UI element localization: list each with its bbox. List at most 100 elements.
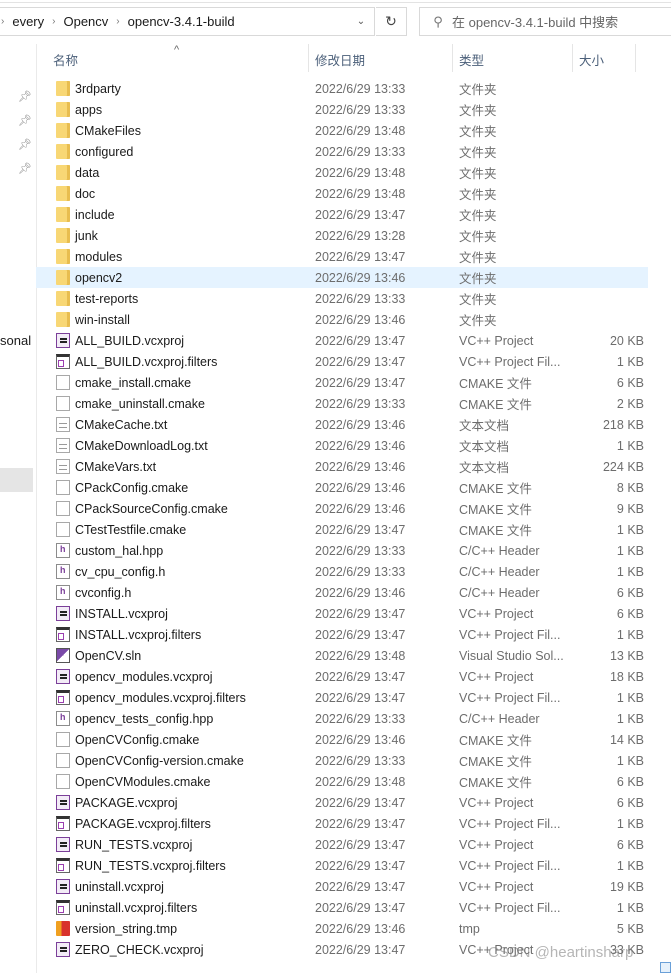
- folder-icon: [56, 291, 70, 306]
- pin-icon[interactable]: 📌︎: [18, 163, 32, 175]
- file-row[interactable]: uninstall.vcxproj.filters 2022/6/29 13:47…: [36, 897, 671, 918]
- vcxproj-file-icon: [56, 606, 70, 621]
- file-name: CMakeVars.txt: [75, 459, 157, 474]
- column-size[interactable]: 大小: [579, 45, 604, 73]
- file-row[interactable]: test-reports 2022/6/29 13:33 文件夹: [36, 288, 671, 309]
- file-size: 20 KB: [609, 333, 644, 348]
- file-date: 2022/6/29 13:33: [315, 543, 406, 558]
- file-name: test-reports: [75, 291, 139, 306]
- file-name: INSTALL.vcxproj: [75, 606, 168, 621]
- breadcrumb-opencv[interactable]: Opencv: [63, 14, 108, 29]
- file-row[interactable]: apps 2022/6/29 13:33 文件夹: [36, 99, 671, 120]
- file-row[interactable]: CPackSourceConfig.cmake 2022/6/29 13:46 CM…: [36, 498, 671, 519]
- file-date: 2022/6/29 13:46: [315, 480, 406, 495]
- column-name[interactable]: 名称: [53, 45, 78, 73]
- file-row[interactable]: OpenCVModules.cmake 2022/6/29 13:48 CMAKE …: [36, 771, 671, 792]
- vcxproj-file-icon: [56, 795, 70, 810]
- column-date[interactable]: 修改日期: [315, 45, 365, 73]
- file-row[interactable]: uninstall.vcxproj 2022/6/29 13:47 VC++ Pro…: [36, 876, 671, 897]
- file-row[interactable]: PACKAGE.vcxproj 2022/6/29 13:47 VC++ Proje…: [36, 792, 671, 813]
- file-row[interactable]: data 2022/6/29 13:48 文件夹: [36, 162, 671, 183]
- folder-icon: [56, 186, 70, 201]
- file-row[interactable]: OpenCVConfig-version.cmake 2022/6/29 13:3…: [36, 750, 671, 771]
- pin-icon[interactable]: 📌︎: [18, 91, 32, 103]
- refresh-button[interactable]: ↻: [376, 7, 407, 36]
- column-divider[interactable]: [308, 44, 309, 72]
- vcxproj-file-icon: [56, 333, 70, 348]
- file-row[interactable]: configured 2022/6/29 13:33 文件夹: [36, 141, 671, 162]
- nav-item-selected[interactable]: [0, 468, 33, 492]
- file-row[interactable]: INSTALL.vcxproj 2022/6/29 13:47 VC++ Proje…: [36, 603, 671, 624]
- file-name: uninstall.vcxproj: [75, 879, 164, 894]
- file-row[interactable]: CMakeDownloadLog.txt 2022/6/29 13:46 文本文档 1…: [36, 435, 671, 456]
- file-row[interactable]: PACKAGE.vcxproj.filters 2022/6/29 13:47 VC…: [36, 813, 671, 834]
- file-type: VC++ Project Fil...: [459, 354, 561, 369]
- pin-icon[interactable]: 📌︎: [18, 139, 32, 151]
- file-row[interactable]: ALL_BUILD.vcxproj 2022/6/29 13:47 VC++ Pro…: [36, 330, 671, 351]
- file-row[interactable]: RUN_TESTS.vcxproj.filters 2022/6/29 13:47…: [36, 855, 671, 876]
- folder-icon: [56, 249, 70, 264]
- file-row[interactable]: INSTALL.vcxproj.filters 2022/6/29 13:47 VC…: [36, 624, 671, 645]
- file-row[interactable]: CMakeCache.txt 2022/6/29 13:46 文本文档 218 KB: [36, 414, 671, 435]
- file-type: VC++ Project Fil...: [459, 858, 561, 873]
- file-row[interactable]: doc 2022/6/29 13:48 文件夹: [36, 183, 671, 204]
- file-date: 2022/6/29 13:28: [315, 228, 406, 243]
- file-row[interactable]: RUN_TESTS.vcxproj 2022/6/29 13:47 VC++ Pro…: [36, 834, 671, 855]
- column-type[interactable]: 类型: [459, 45, 484, 73]
- breadcrumb-every[interactable]: every: [12, 14, 44, 29]
- file-date: 2022/6/29 13:33: [315, 711, 406, 726]
- navigation-pane: 📌︎ 📌︎ 📌︎ 📌︎ sonal: [0, 44, 37, 973]
- file-row[interactable]: modules 2022/6/29 13:47 文件夹: [36, 246, 671, 267]
- file-row[interactable]: cmake_install.cmake 2022/6/29 13:47 CMAKE …: [36, 372, 671, 393]
- file-date: 2022/6/29 13:47: [315, 669, 406, 684]
- file-row[interactable]: cmake_uninstall.cmake 2022/6/29 13:33 CMAK…: [36, 393, 671, 414]
- file-date: 2022/6/29 13:47: [315, 795, 406, 810]
- pin-icon[interactable]: 📌︎: [18, 115, 32, 127]
- chevron-down-icon[interactable]: ⌄: [348, 8, 374, 35]
- file-row[interactable]: CPackConfig.cmake 2022/6/29 13:46 CMAKE 文件…: [36, 477, 671, 498]
- file-row[interactable]: opencv2 2022/6/29 13:46 文件夹: [36, 267, 648, 288]
- details-view-button[interactable]: [660, 962, 671, 973]
- address-bar[interactable]: › every › Opencv › opencv-3.4.1-build ⌄: [0, 7, 375, 36]
- file-row[interactable]: junk 2022/6/29 13:28 文件夹: [36, 225, 671, 246]
- file-row[interactable]: cvconfig.h 2022/6/29 13:46 C/C++ Header 6 K…: [36, 582, 671, 603]
- file-type: VC++ Project Fil...: [459, 816, 561, 831]
- column-divider[interactable]: [452, 44, 453, 72]
- file-row[interactable]: CMakeVars.txt 2022/6/29 13:46 文本文档 224 KB: [36, 456, 671, 477]
- sort-ascending-icon: ^: [174, 44, 180, 56]
- breadcrumb-current[interactable]: opencv-3.4.1-build: [128, 14, 235, 29]
- file-date: 2022/6/29 13:33: [315, 102, 406, 117]
- file-type: VC++ Project Fil...: [459, 900, 561, 915]
- file-date: 2022/6/29 13:47: [315, 627, 406, 642]
- file-date: 2022/6/29 13:33: [315, 396, 406, 411]
- file-row[interactable]: 3rdparty 2022/6/29 13:33 文件夹: [36, 78, 671, 99]
- file-row[interactable]: CTestTestfile.cmake 2022/6/29 13:47 CMAKE …: [36, 519, 671, 540]
- filters-file-icon: [56, 627, 70, 642]
- file-row[interactable]: OpenCV.sln 2022/6/29 13:48 Visual Studio S…: [36, 645, 671, 666]
- file-row[interactable]: OpenCVConfig.cmake 2022/6/29 13:46 CMAKE 文…: [36, 729, 671, 750]
- file-row[interactable]: custom_hal.hpp 2022/6/29 13:33 C/C++ Heade…: [36, 540, 671, 561]
- search-input[interactable]: ⚲ 在 opencv-3.4.1-build 中搜索: [419, 7, 671, 36]
- file-name: cmake_uninstall.cmake: [75, 396, 205, 411]
- file-row[interactable]: ALL_BUILD.vcxproj.filters 2022/6/29 13:47…: [36, 351, 671, 372]
- file-row[interactable]: version_string.tmp 2022/6/29 13:46 tmp 5 KB: [36, 918, 671, 939]
- file-row[interactable]: win-install 2022/6/29 13:46 文件夹: [36, 309, 671, 330]
- column-divider[interactable]: [572, 44, 573, 72]
- file-row[interactable]: CMakeFiles 2022/6/29 13:48 文件夹: [36, 120, 671, 141]
- file-row[interactable]: cv_cpu_config.h 2022/6/29 13:33 C/C++ Head…: [36, 561, 671, 582]
- tmp-file-icon: [56, 921, 70, 936]
- file-row[interactable]: include 2022/6/29 13:47 文件夹: [36, 204, 671, 225]
- file-row[interactable]: opencv_modules.vcxproj.filters 2022/6/29 …: [36, 687, 671, 708]
- file-type: 文本文档: [459, 440, 510, 454]
- file-list: 3rdparty 2022/6/29 13:33 文件夹 apps 2022/6/29 …: [36, 78, 671, 960]
- folder-icon: [56, 165, 70, 180]
- file-name: cmake_install.cmake: [75, 375, 192, 390]
- file-name: CMakeFiles: [75, 123, 141, 138]
- column-divider[interactable]: [635, 44, 636, 72]
- nav-item-personal[interactable]: sonal: [0, 333, 31, 348]
- file-size: 1 KB: [616, 438, 644, 453]
- file-row[interactable]: opencv_modules.vcxproj 2022/6/29 13:47 VC+…: [36, 666, 671, 687]
- file-size: 6 KB: [616, 837, 644, 852]
- file-row[interactable]: opencv_tests_config.hpp 2022/6/29 13:33 C/…: [36, 708, 671, 729]
- file-date: 2022/6/29 13:47: [315, 207, 406, 222]
